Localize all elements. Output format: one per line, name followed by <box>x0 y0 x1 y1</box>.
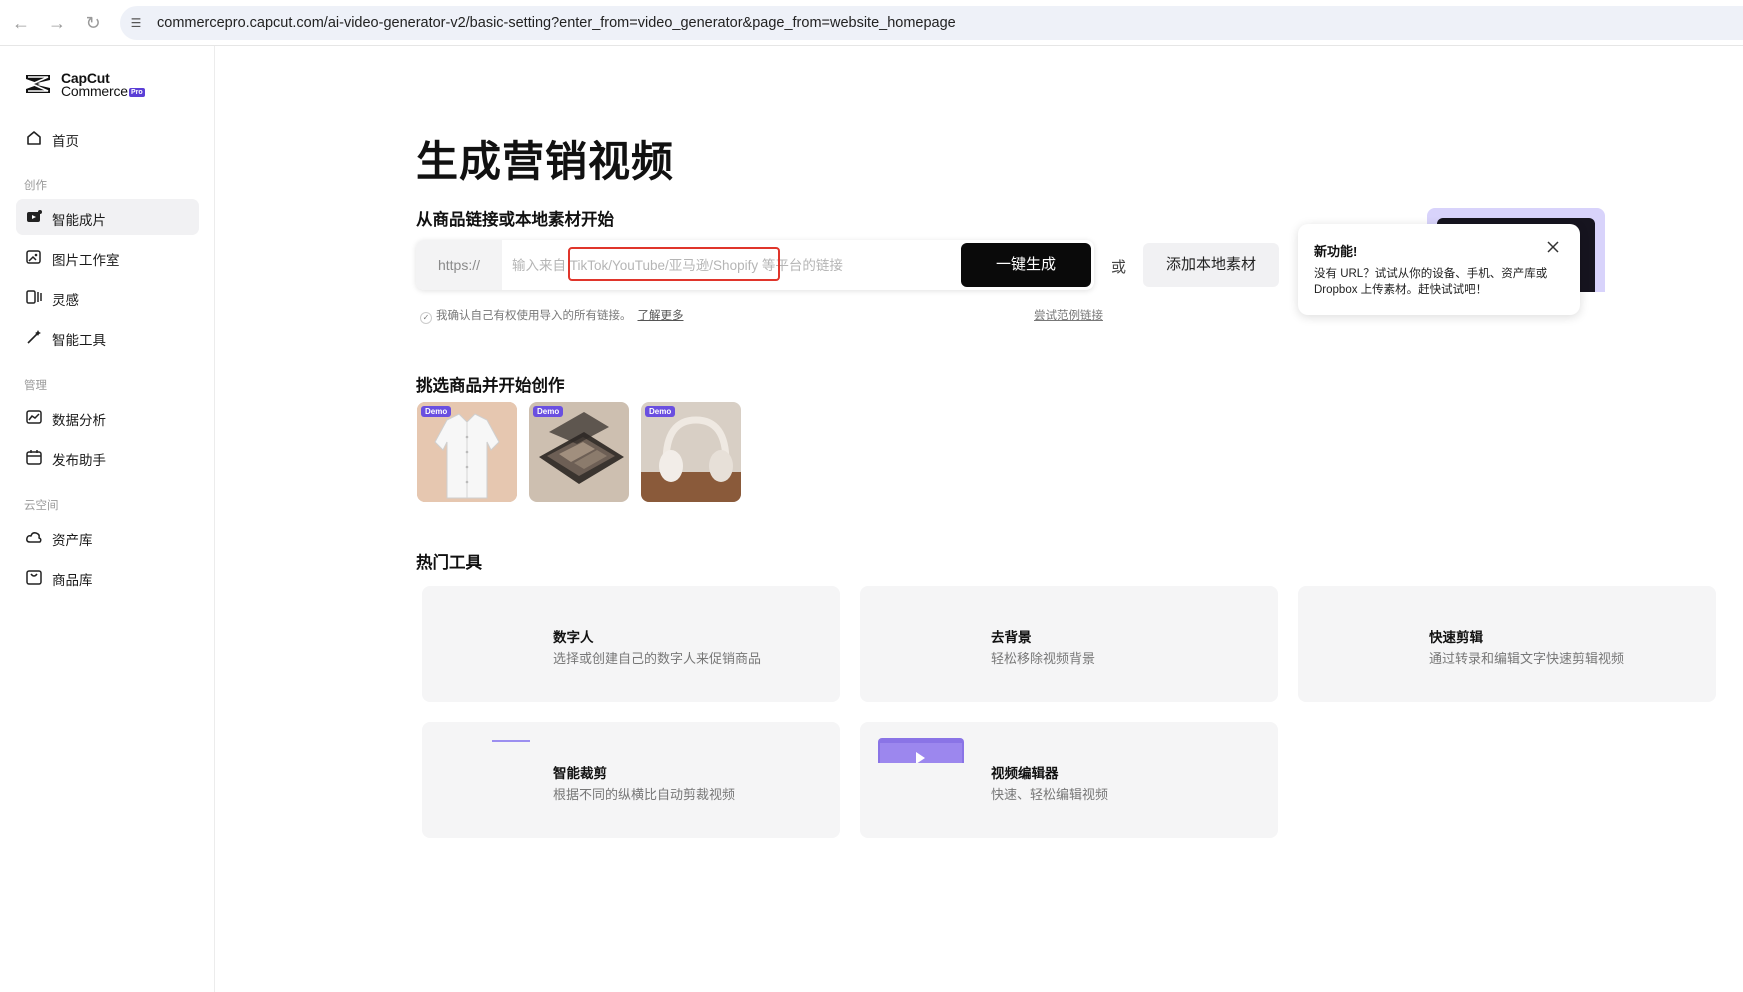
sidebar-item-smart-video[interactable]: 智能成片 <box>16 199 199 235</box>
product-url-input[interactable] <box>512 253 952 277</box>
demo-badge: Demo <box>421 406 452 417</box>
new-feature-tooltip: 新功能! 没有 URL？试试从你的设备、手机、资产库或 Dropbox 上传素材… <box>1298 224 1580 315</box>
headphones-image <box>641 402 741 502</box>
inspiration-icon <box>26 290 42 304</box>
tooltip-body: 没有 URL？试试从你的设备、手机、资产库或 Dropbox 上传素材。赶快试试… <box>1314 268 1548 296</box>
tool-card-remove-background[interactable]: 去背景 轻松移除视频背景 <box>860 586 1278 702</box>
image-studio-icon <box>26 250 41 264</box>
tool-desc: 快速、轻松编辑视频 <box>991 787 1109 802</box>
product-headphones[interactable]: Demo <box>641 402 741 502</box>
or-separator: 或 <box>1111 259 1127 276</box>
video-editor-thumbnail <box>878 738 964 763</box>
tool-name: 数字人 <box>553 630 594 645</box>
cloud-icon <box>26 532 42 543</box>
home-icon <box>27 131 41 145</box>
sidebar-item-label: 首页 <box>52 134 79 149</box>
section-label-manage: 管理 <box>24 380 47 392</box>
eyeshadow-image <box>529 402 629 502</box>
tool-card-quick-cut[interactable]: 快速剪辑 通过转录和编辑文字快速剪辑视频 <box>1298 586 1716 702</box>
sidebar-item-smart-tools[interactable]: 智能工具 <box>16 319 199 355</box>
tool-card-smart-crop[interactable]: 智能裁剪 根据不同的纵横比自动剪裁视频 <box>422 722 840 838</box>
logo-text-commerce: Commerce <box>61 83 128 99</box>
sidebar: CapCut Commerce Pro 首页 创作 智能成片 图片工作室 灵感 … <box>0 46 215 992</box>
pro-badge: Pro <box>129 88 145 97</box>
capcut-logo-icon <box>26 75 50 93</box>
page-title: 生成营销视频 <box>416 138 675 185</box>
site-settings-icon[interactable]: ☰ <box>128 15 144 31</box>
tooltip-title: 新功能! <box>1314 244 1358 259</box>
sidebar-item-label: 图片工作室 <box>52 253 120 268</box>
crop-thumbnail <box>492 740 530 742</box>
close-icon[interactable] <box>1544 238 1562 256</box>
add-local-media-button[interactable]: 添加本地素材 <box>1143 243 1279 287</box>
back-icon[interactable]: ← <box>10 12 32 34</box>
product-eyeshadow[interactable]: Demo <box>529 402 629 502</box>
reload-icon[interactable]: ↻ <box>82 12 104 34</box>
smart-video-icon <box>27 210 42 222</box>
sidebar-item-label: 资产库 <box>52 533 93 548</box>
tool-desc: 轻松移除视频背景 <box>991 651 1096 666</box>
address-bar[interactable]: ☰ commercepro.capcut.com/ai-video-genera… <box>120 6 1743 40</box>
calendar-icon <box>26 450 42 465</box>
forward-icon[interactable]: → <box>46 12 68 34</box>
tool-desc: 选择或创建自己的数字人来促销商品 <box>553 651 762 666</box>
sidebar-item-label: 商品库 <box>52 573 93 588</box>
checkmark-icon[interactable]: ✓ <box>420 312 432 324</box>
sidebar-item-label: 数据分析 <box>52 413 106 428</box>
shirt-image <box>417 402 517 502</box>
sidebar-item-publish[interactable]: 发布助手 <box>16 439 199 475</box>
sidebar-item-assets[interactable]: 资产库 <box>16 519 199 555</box>
sidebar-item-home[interactable]: 首页 <box>16 120 199 156</box>
sidebar-item-inspiration[interactable]: 灵感 <box>16 279 199 315</box>
sidebar-item-label: 智能成片 <box>52 213 106 228</box>
tool-desc: 根据不同的纵横比自动剪裁视频 <box>553 787 736 802</box>
sidebar-item-label: 智能工具 <box>52 333 106 348</box>
demo-badge: Demo <box>533 406 564 417</box>
browser-toolbar: ← → ↻ ☰ commercepro.capcut.com/ai-video-… <box>0 0 1743 46</box>
link-section-title: 从商品链接或本地素材开始 <box>416 211 614 229</box>
sidebar-item-analytics[interactable]: 数据分析 <box>16 399 199 435</box>
product-icon <box>26 570 42 585</box>
chart-icon <box>26 410 42 424</box>
https-prefix: https:// <box>416 240 502 290</box>
product-shirt[interactable]: Demo <box>417 402 517 502</box>
tool-name: 去背景 <box>991 630 1032 645</box>
sidebar-item-label: 灵感 <box>52 293 79 308</box>
section-label-cloud: 云空间 <box>24 500 59 512</box>
tool-card-digital-human[interactable]: 数字人 选择或创建自己的数字人来促销商品 <box>422 586 840 702</box>
tool-name: 快速剪辑 <box>1429 630 1483 645</box>
sidebar-item-image-studio[interactable]: 图片工作室 <box>16 239 199 275</box>
tools-section-title: 热门工具 <box>416 554 482 572</box>
sidebar-item-label: 发布助手 <box>52 453 106 468</box>
confirm-text: 我确认自己有权使用导入的所有链接。 <box>436 310 632 322</box>
tool-desc: 通过转录和编辑文字快速剪辑视频 <box>1429 651 1625 666</box>
play-icon <box>916 752 925 763</box>
products-section-title: 挑选商品并开始创作 <box>416 377 565 395</box>
tool-name: 智能裁剪 <box>553 766 607 781</box>
rights-confirmation: ✓ 我确认自己有权使用导入的所有链接。 了解更多 <box>420 307 684 324</box>
tool-name: 视频编辑器 <box>991 766 1059 781</box>
demo-badge: Demo <box>645 406 676 417</box>
url-text[interactable]: commercepro.capcut.com/ai-video-generato… <box>157 15 956 31</box>
tool-card-video-editor[interactable]: 视频编辑器 快速、轻松编辑视频 <box>860 722 1278 838</box>
generate-button[interactable]: 一键生成 <box>961 243 1091 287</box>
capcut-commerce-logo[interactable]: CapCut Commerce Pro <box>24 70 164 100</box>
sidebar-item-products[interactable]: 商品库 <box>16 559 199 595</box>
magic-wand-icon <box>27 330 41 344</box>
try-sample-link[interactable]: 尝试范例链接 <box>1034 307 1103 323</box>
learn-more-link[interactable]: 了解更多 <box>638 310 684 322</box>
section-label-create: 创作 <box>24 180 47 192</box>
